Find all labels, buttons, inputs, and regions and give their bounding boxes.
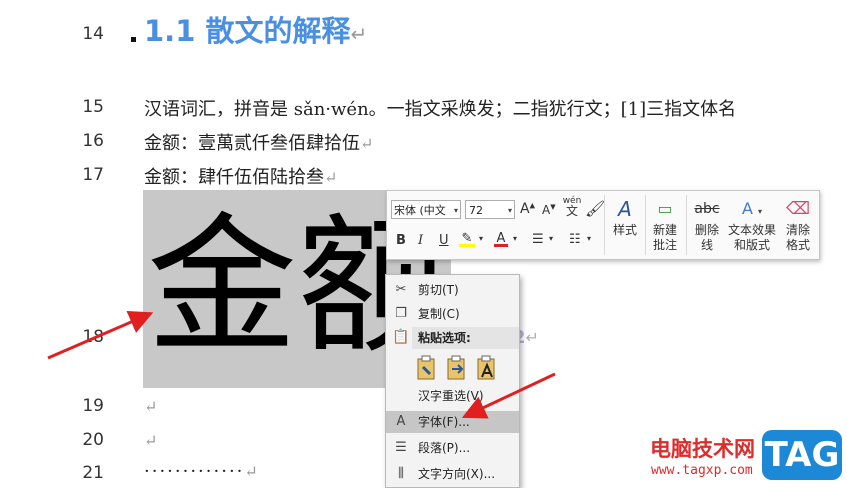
watermark-tag-logo: TAG [762, 430, 842, 480]
arrow-to-font-item [461, 372, 556, 419]
annotation-arrows [47, 310, 556, 419]
watermark-site-name: 电脑技术网 [650, 437, 755, 461]
arrow-to-selection [47, 310, 154, 360]
watermark-url: www.tagxp.com [651, 463, 753, 478]
